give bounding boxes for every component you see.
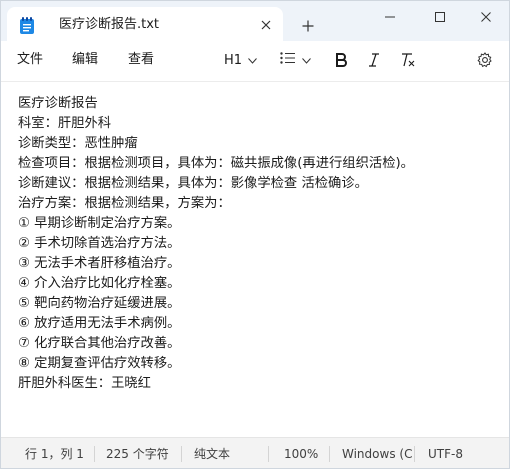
menu-file[interactable]: 文件: [17, 52, 43, 68]
plus-icon[interactable]: [297, 15, 319, 37]
status-divider: [268, 446, 269, 462]
close-icon[interactable]: [257, 16, 275, 34]
status-divider: [181, 446, 182, 462]
line-ending[interactable]: Windows (CRLF): [342, 447, 412, 461]
tab-title: 医疗诊断报告.txt: [59, 17, 160, 32]
document-line: ⑧ 定期复查评估疗效转移。: [18, 356, 181, 371]
document-line: 医疗诊断报告: [18, 96, 98, 111]
minimize-icon[interactable]: [367, 1, 413, 33]
title-bar: 医疗诊断报告.txt: [1, 1, 509, 41]
document-line: 肝胆外科医生：王晓红: [18, 376, 151, 391]
clear-formatting-icon[interactable]: [399, 49, 415, 71]
list-icon: [280, 52, 296, 68]
document-line: 检查项目：根据检测项目，具体为：磁共振成像(再进行组织活检)。: [18, 156, 414, 171]
gear-icon[interactable]: [477, 49, 493, 71]
document-tab[interactable]: 医疗诊断报告.txt: [7, 7, 283, 41]
italic-icon[interactable]: [368, 49, 380, 71]
menu-bar: 文件 编辑 查看 H1: [1, 41, 509, 81]
document-line: ④ 介入治疗比如化疗栓塞。: [18, 276, 181, 291]
status-divider: [414, 446, 415, 462]
character-count: 225 个字符: [106, 447, 169, 461]
maximize-icon[interactable]: [417, 1, 463, 33]
cursor-position: 行 1，列 1: [25, 447, 84, 461]
document-line: 科室：肝胆外科: [18, 116, 112, 131]
document-line: ⑤ 靶向药物治疗延缓进展。: [18, 296, 181, 311]
bold-icon[interactable]: [335, 49, 347, 71]
chevron-down-icon: [302, 53, 311, 68]
encoding[interactable]: UTF-8: [428, 447, 463, 461]
notepad-window: 医疗诊断报告.txt 文件 编辑 查看 H1 医疗诊断报告 科室：肝胆外科 诊断…: [0, 0, 510, 469]
zoom-level[interactable]: 100%: [284, 447, 318, 461]
notepad-icon: [19, 17, 35, 35]
document-line: ⑦ 化疗联合其他治疗改善。: [18, 336, 181, 351]
menu-edit[interactable]: 编辑: [72, 52, 98, 68]
document-line: 诊断建议：根据检测结果，具体为：影像学检查 活检确诊。: [18, 176, 368, 191]
close-window-icon[interactable]: [463, 1, 509, 33]
menu-view[interactable]: 查看: [128, 52, 154, 68]
status-divider: [329, 446, 330, 462]
chevron-down-icon: [248, 53, 257, 68]
document-line: ③ 无法手术者肝移植治疗。: [18, 256, 181, 271]
heading-label: H1: [224, 52, 243, 68]
text-editor[interactable]: 医疗诊断报告 科室：肝胆外科诊断类型：恶性肿瘤检查项目：根据检测项目，具体为：磁共…: [1, 81, 509, 438]
document-line: ① 早期诊断制定治疗方案。: [18, 216, 181, 231]
status-bar: 行 1，列 1 225 个字符 纯文本 100% Windows (CRLF) …: [1, 437, 509, 468]
text-format[interactable]: 纯文本: [194, 447, 230, 461]
status-divider: [94, 446, 95, 462]
list-dropdown[interactable]: [280, 49, 311, 71]
document-line: ② 手术切除首选治疗方法。: [18, 236, 181, 251]
document-line: 诊断类型：恶性肿瘤: [18, 136, 138, 151]
heading-dropdown[interactable]: H1: [224, 49, 257, 71]
document-text[interactable]: 医疗诊断报告 科室：肝胆外科诊断类型：恶性肿瘤检查项目：根据检测项目，具体为：磁共…: [18, 94, 414, 394]
document-line: 治疗方案：根据检测结果，方案为：: [18, 196, 231, 211]
document-line: ⑥ 放疗适用无法手术病例。: [18, 316, 181, 331]
